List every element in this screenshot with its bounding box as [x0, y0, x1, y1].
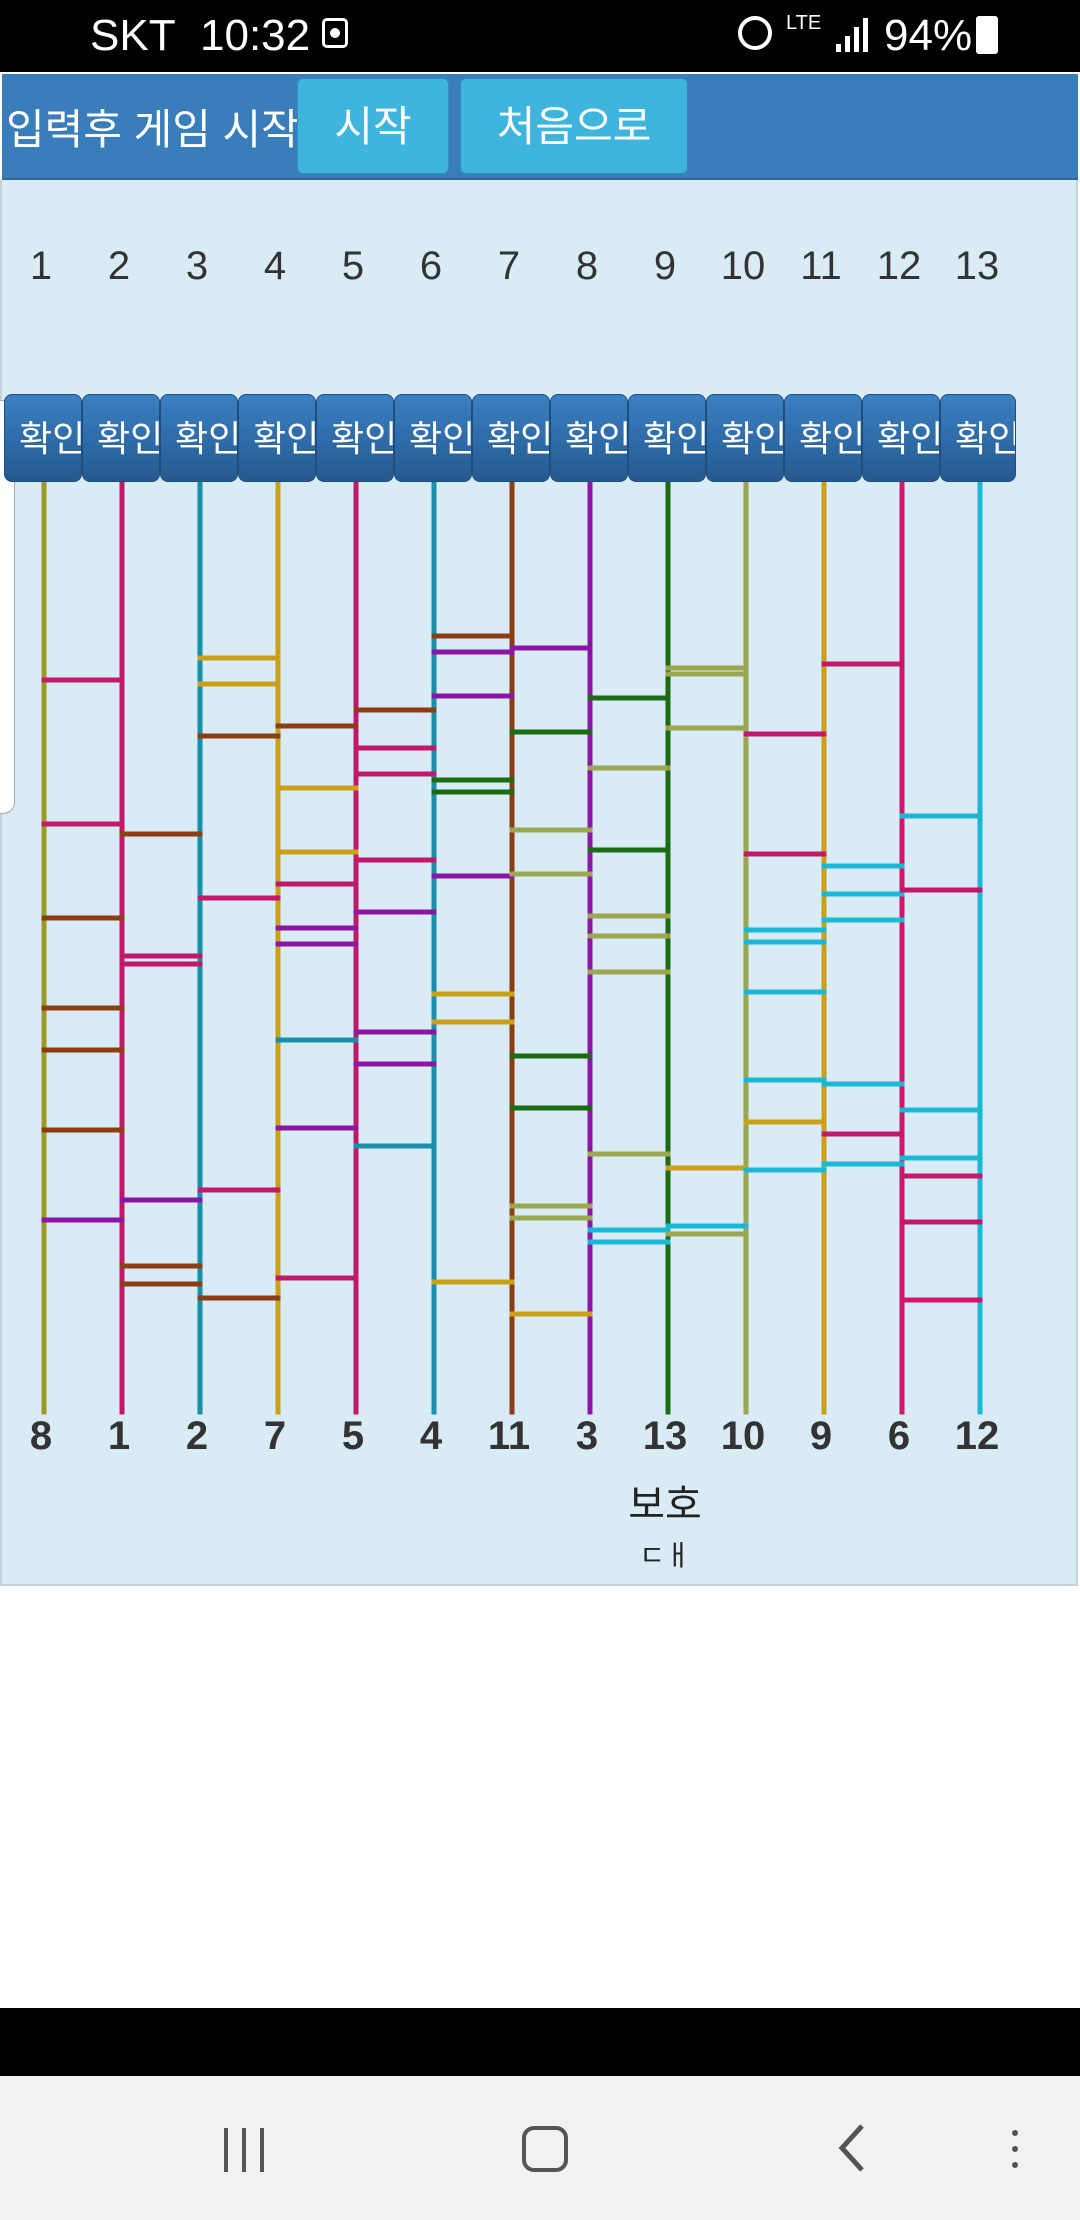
bottom-number-8: 3 — [575, 1414, 599, 1458]
check-button-6[interactable]: 확인 — [394, 394, 472, 482]
bottom-number-5: 5 — [341, 1414, 365, 1458]
check-button-9[interactable]: 확인 — [628, 394, 706, 482]
check-button-11[interactable]: 확인 — [784, 394, 862, 482]
check-button-1[interactable]: 확인 — [4, 394, 82, 482]
bottom-number-9: 13 — [642, 1414, 688, 1458]
bottom-number-12: 6 — [887, 1414, 911, 1458]
top-number-3: 3 — [185, 244, 209, 288]
bottom-number-10: 10 — [720, 1414, 766, 1458]
extra-label-2: ㄷㅐ — [639, 1540, 691, 1571]
check-button-5[interactable]: 확인 — [316, 394, 394, 482]
bottom-number-1: 8 — [29, 1414, 53, 1458]
top-number-10: 10 — [720, 244, 766, 288]
bottom-number-4: 7 — [263, 1414, 287, 1458]
bottom-number-7: 11 — [487, 1414, 531, 1458]
top-number-7: 7 — [497, 244, 521, 288]
ime-bar — [0, 2008, 1080, 2076]
top-number-1: 1 — [29, 244, 53, 288]
bottom-number-11: 9 — [809, 1414, 833, 1458]
bottom-number-3: 2 — [185, 1414, 209, 1458]
top-number-5: 5 — [341, 244, 365, 288]
back-icon[interactable] — [832, 2122, 872, 2174]
top-number-9: 9 — [653, 244, 677, 288]
more-options-icon[interactable] — [1010, 2130, 1020, 2170]
top-number-6: 6 — [419, 244, 443, 288]
bottom-number-13: 12 — [954, 1414, 1000, 1458]
top-number-2: 2 — [107, 244, 131, 288]
bottom-number-6: 4 — [419, 1414, 443, 1458]
top-number-12: 12 — [876, 244, 922, 288]
check-button-2[interactable]: 확인 — [82, 394, 160, 482]
top-number-8: 8 — [575, 244, 599, 288]
bottom-number-2: 1 — [107, 1414, 131, 1458]
check-button-8[interactable]: 확인 — [550, 394, 628, 482]
ladder-lines — [41, 481, 983, 1415]
top-number-13: 13 — [954, 244, 1000, 288]
check-button-3[interactable]: 확인 — [160, 394, 238, 482]
recent-apps-icon[interactable] — [222, 2128, 266, 2172]
check-button-7[interactable]: 확인 — [472, 394, 550, 482]
extra-label-1: 보호 — [628, 1483, 702, 1527]
home-icon[interactable] — [522, 2126, 568, 2172]
check-button-12[interactable]: 확인 — [862, 394, 940, 482]
top-number-4: 4 — [263, 244, 287, 288]
check-button-4[interactable]: 확인 — [238, 394, 316, 482]
check-button-10[interactable]: 확인 — [706, 394, 784, 482]
check-button-13[interactable]: 확인 — [940, 394, 1016, 482]
navigation-bar — [0, 2076, 1080, 2220]
top-number-11: 11 — [800, 244, 842, 288]
